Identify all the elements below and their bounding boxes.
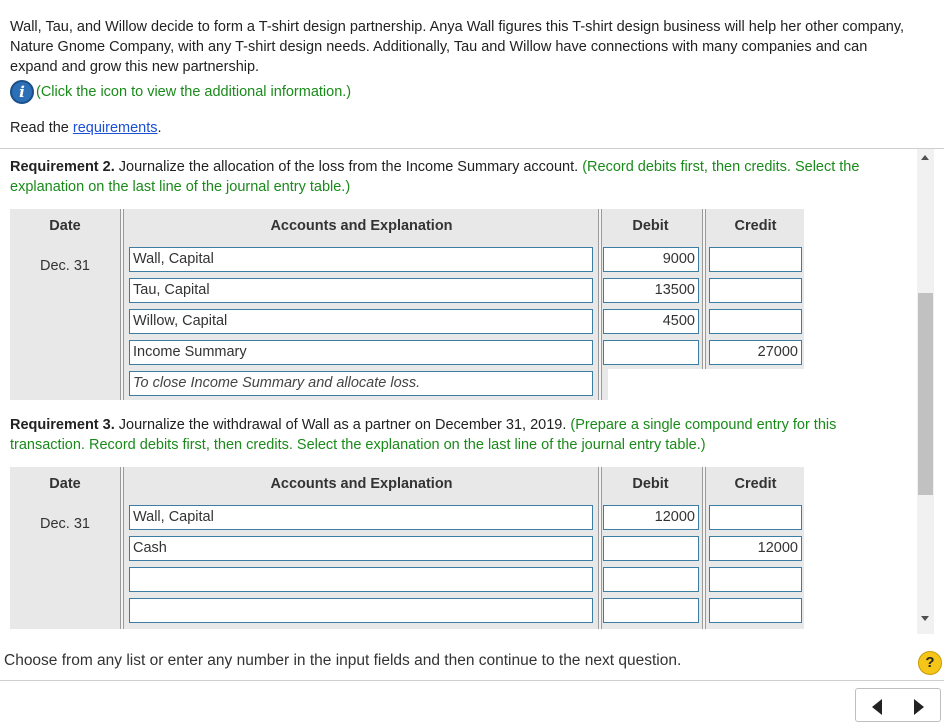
scrollbar-thumb[interactable]	[918, 293, 933, 495]
header-date: Date	[49, 218, 81, 234]
requirement-2-label: Requirement 2.	[10, 159, 115, 175]
read-prefix: Read the	[10, 120, 73, 136]
debit-field[interactable]: 9000	[603, 247, 699, 272]
account-field[interactable]: Wall, Capital	[129, 505, 593, 530]
column-divider	[598, 467, 602, 629]
debit-field[interactable]	[603, 567, 699, 592]
requirement-3-label: Requirement 3.	[10, 417, 115, 433]
account-field[interactable]: Tau, Capital	[129, 278, 593, 303]
header-debit: Debit	[632, 476, 669, 492]
requirements-link[interactable]: requirements	[73, 120, 158, 136]
additional-info-text: (Click the icon to view the additional i…	[36, 84, 352, 100]
debit-field[interactable]	[603, 598, 699, 623]
header-accounts: Accounts and Explanation	[270, 218, 453, 234]
additional-info-row[interactable]: i (Click the icon to view the additional…	[10, 80, 351, 104]
previous-arrow-icon[interactable]	[872, 699, 882, 715]
credit-field[interactable]: 12000	[709, 536, 802, 561]
debit-field[interactable]: 13500	[603, 278, 699, 303]
account-field[interactable]: Willow, Capital	[129, 309, 593, 334]
journal-header: Date Accounts and Explanation Debit Cred…	[10, 467, 804, 501]
credit-field[interactable]	[709, 309, 802, 334]
info-icon[interactable]: i	[10, 80, 34, 104]
journal-body: Dec. 31 Wall, Capital 12000 Cash 12000	[10, 501, 804, 629]
scroll-up-arrow-icon[interactable]	[921, 155, 929, 160]
entry-date: Dec. 31	[40, 258, 90, 274]
intro-text: Wall, Tau, and Willow decide to form a T…	[10, 19, 905, 75]
problem-intro: Wall, Tau, and Willow decide to form a T…	[10, 17, 910, 77]
explanation-field[interactable]: To close Income Summary and allocate los…	[129, 371, 593, 396]
scroll-content: Requirement 2. Journalize the allocation…	[0, 149, 944, 634]
column-divider	[598, 209, 602, 400]
credit-field[interactable]: 27000	[709, 340, 802, 365]
credit-field[interactable]	[709, 505, 802, 530]
debit-field[interactable]: 12000	[603, 505, 699, 530]
credit-field[interactable]	[709, 278, 802, 303]
scroll-down-arrow-icon[interactable]	[921, 616, 929, 621]
requirement-3-title: Requirement 3. Journalize the withdrawal…	[10, 415, 900, 455]
divider-bottom	[0, 680, 944, 681]
column-divider	[702, 209, 706, 369]
header-credit: Credit	[734, 218, 777, 234]
question-navigation	[855, 688, 941, 722]
column-divider	[120, 209, 124, 400]
journal-table-req3: Date Accounts and Explanation Debit Cred…	[10, 467, 804, 629]
entry-date: Dec. 31	[40, 516, 90, 532]
account-field[interactable]: Income Summary	[129, 340, 593, 365]
header-credit: Credit	[734, 476, 777, 492]
account-field[interactable]	[129, 598, 593, 623]
column-divider	[702, 467, 706, 629]
credit-field[interactable]	[709, 247, 802, 272]
help-icon[interactable]: ?	[918, 651, 942, 675]
footer-instruction: Choose from any list or enter any number…	[4, 652, 682, 669]
header-debit: Debit	[632, 218, 669, 234]
column-divider	[120, 467, 124, 629]
requirement-3-text: Journalize the withdrawal of Wall as a p…	[114, 417, 571, 433]
journal-body: Dec. 31 Wall, Capital 9000 Tau, Capital …	[10, 243, 804, 400]
requirement-2-text: Journalize the allocation of the loss fr…	[114, 159, 583, 175]
read-suffix: .	[157, 120, 162, 136]
account-field[interactable]	[129, 567, 593, 592]
journal-header: Date Accounts and Explanation Debit Cred…	[10, 209, 804, 243]
vertical-scrollbar[interactable]	[917, 149, 934, 634]
account-field[interactable]: Cash	[129, 536, 593, 561]
header-date: Date	[49, 476, 81, 492]
next-arrow-icon[interactable]	[914, 699, 924, 715]
blank-amount-area	[608, 369, 804, 400]
journal-table-req2: Date Accounts and Explanation Debit Cred…	[10, 209, 804, 400]
debit-field[interactable]: 4500	[603, 309, 699, 334]
header-accounts: Accounts and Explanation	[270, 476, 453, 492]
requirement-2-title: Requirement 2. Journalize the allocation…	[10, 157, 900, 197]
debit-field[interactable]	[603, 536, 699, 561]
credit-field[interactable]	[709, 567, 802, 592]
read-requirements: Read the requirements.	[10, 120, 162, 136]
account-field[interactable]: Wall, Capital	[129, 247, 593, 272]
debit-field[interactable]	[603, 340, 699, 365]
credit-field[interactable]	[709, 598, 802, 623]
